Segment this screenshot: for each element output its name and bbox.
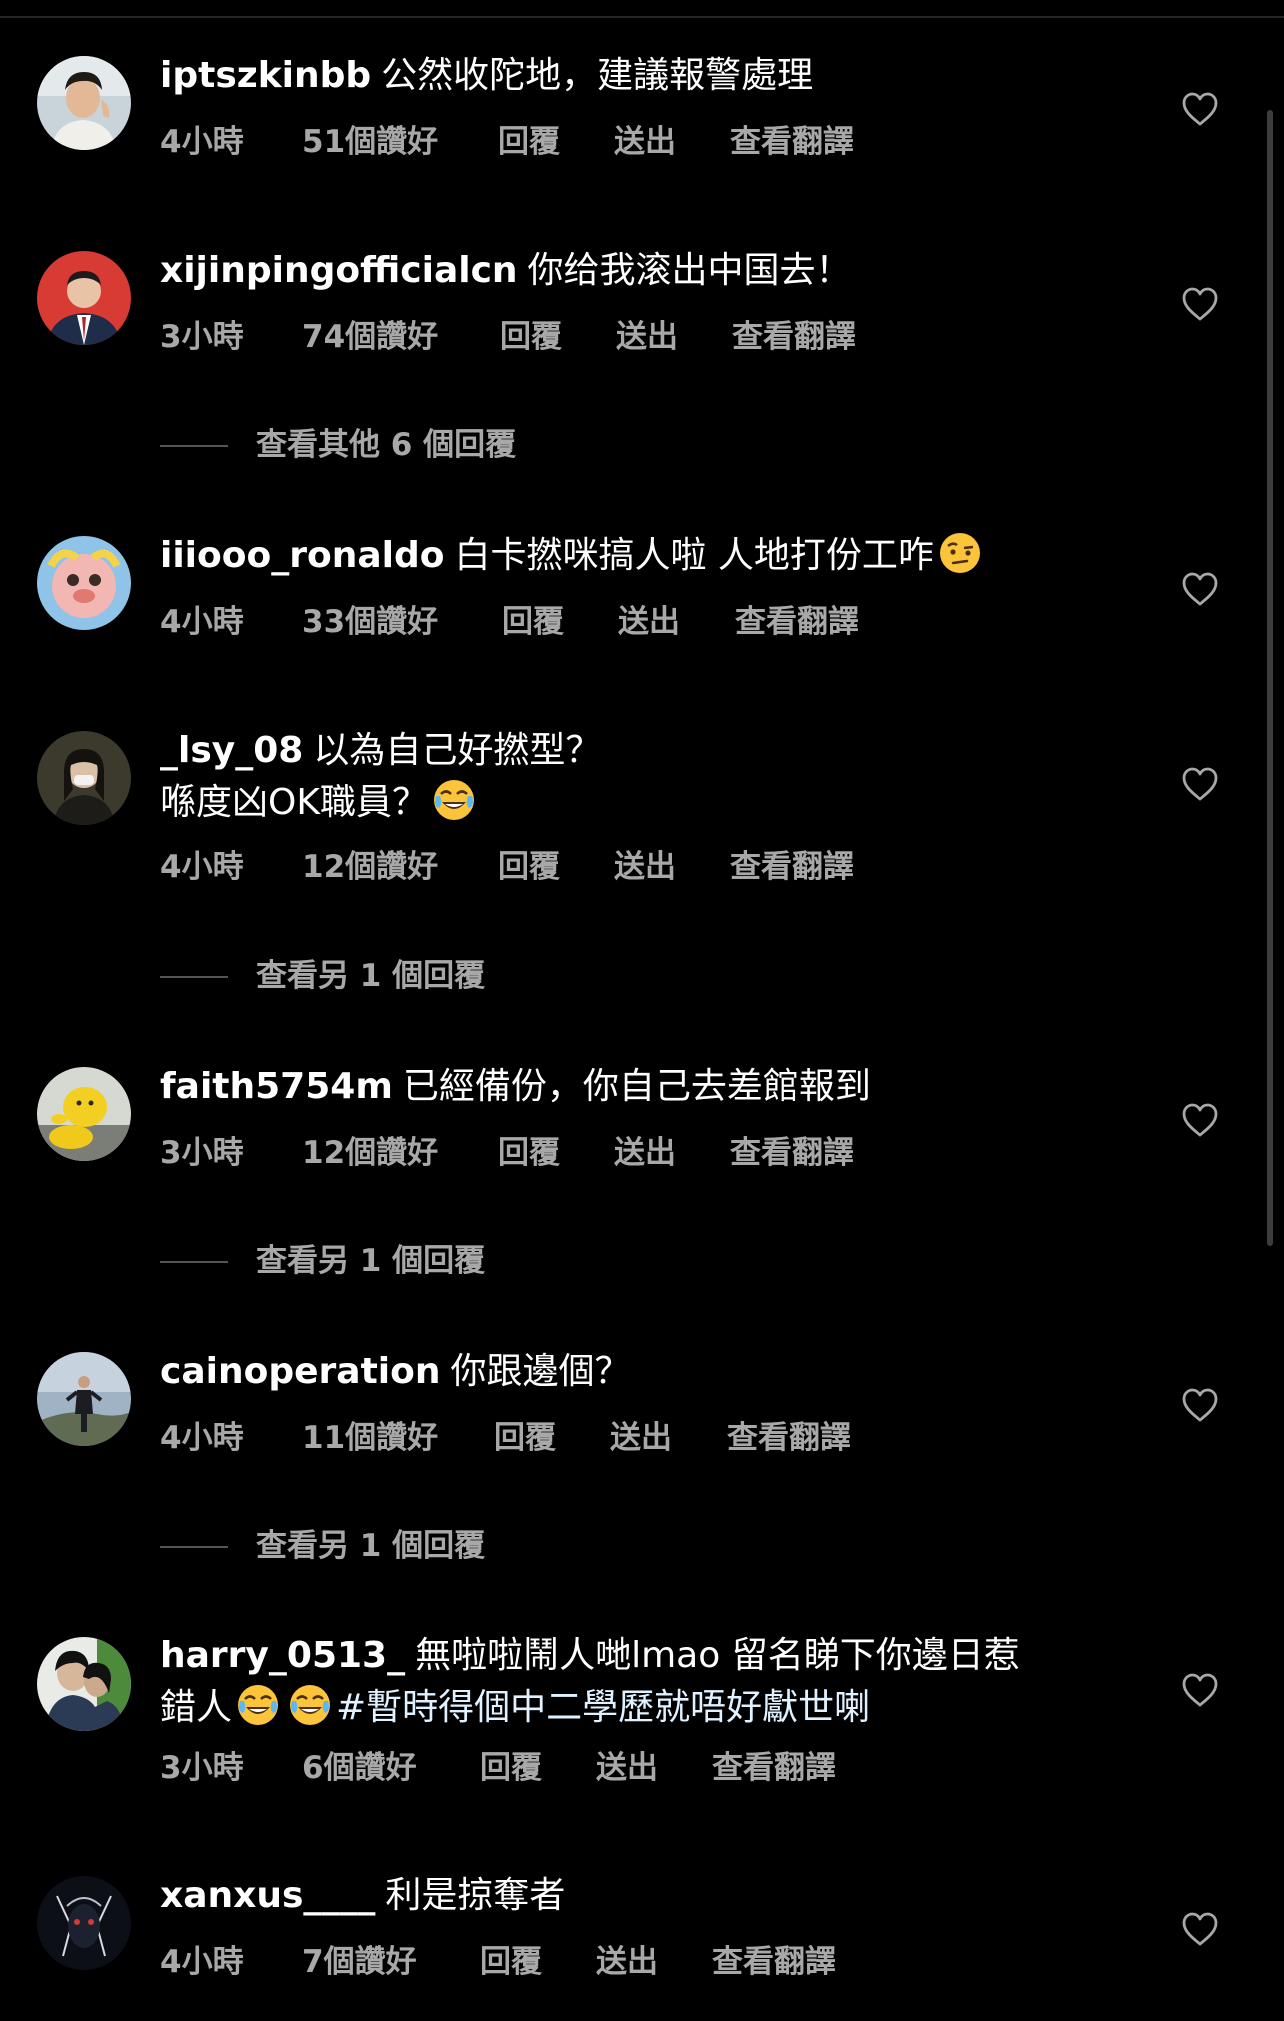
comment-text: harry_0513_ 無啦啦鬧人哋lmao 留名睇下你邊日惹 錯人 #暫時得個中二… (160, 1630, 1120, 1734)
comment-time: 4小時 (160, 124, 244, 160)
see-translation-button[interactable]: 查看翻譯 (712, 1748, 836, 1788)
see-translation-button[interactable]: 查看翻譯 (712, 1942, 836, 1982)
see-translation-button[interactable]: 查看翻譯 (730, 122, 854, 162)
comment-username[interactable]: xijinpingofficialcn (160, 250, 518, 291)
comment-username[interactable]: iiiooo_ronaldo (160, 535, 444, 576)
see-translation-button[interactable]: 查看翻譯 (732, 317, 856, 357)
comment-body: 已經備份，你自己去差館報到 (402, 1066, 871, 1107)
send-button[interactable]: 送出 (614, 1133, 676, 1173)
comment-time: 3小時 (160, 1135, 244, 1171)
tears-of-joy-emoji (432, 778, 476, 822)
comment-text: _lsy_08 以為自己好撚型？ 喺度凶OK職員？ (160, 725, 1120, 829)
avatar[interactable] (37, 251, 131, 345)
see-translation-button[interactable]: 查看翻譯 (730, 1133, 854, 1173)
send-button[interactable]: 送出 (616, 317, 678, 357)
heart-outline-icon[interactable] (1181, 91, 1219, 127)
comment-time: 4小時 (160, 1944, 244, 1980)
avatar[interactable] (37, 1876, 131, 1970)
reply-button[interactable]: 回覆 (498, 122, 560, 162)
view-replies-label[interactable]: 查看另 1 個回覆 (256, 956, 485, 996)
heart-outline-icon[interactable] (1181, 766, 1219, 802)
see-translation-button[interactable]: 查看翻譯 (735, 602, 859, 642)
avatar[interactable] (37, 1067, 131, 1161)
comment-body: 你跟邊個？ (450, 1351, 631, 1392)
heart-outline-icon[interactable] (1181, 286, 1219, 322)
replies-divider (160, 445, 228, 447)
comment-time: 4小時 (160, 849, 244, 885)
comment-username[interactable]: xanxus____ (160, 1875, 375, 1916)
reply-button[interactable]: 回覆 (480, 1942, 542, 1982)
comment-likes[interactable]: 6個讚好 (302, 1748, 417, 1788)
send-button[interactable]: 送出 (610, 1418, 672, 1458)
replies-divider (160, 1261, 228, 1263)
avatar[interactable] (37, 56, 131, 150)
see-translation-button[interactable]: 查看翻譯 (730, 847, 854, 887)
tears-of-joy-emoji (236, 1683, 280, 1727)
comment-likes[interactable]: 33個讚好 (302, 602, 438, 642)
send-button[interactable]: 送出 (614, 122, 676, 162)
comment-time: 4小時 (160, 1420, 244, 1456)
comment-likes[interactable]: 51個讚好 (302, 122, 438, 162)
comment-body: 你给我滚出中国去！ (527, 250, 852, 291)
comment-body: 白卡撚咪搞人啦 人地打份工咋 (454, 535, 934, 576)
comment-time: 3小時 (160, 319, 244, 355)
comment-time: 3小時 (160, 1750, 244, 1786)
comment-body: 公然收陀地，建議報警處理 (381, 55, 814, 96)
comment-username[interactable]: iptszkinbb (160, 55, 371, 96)
view-replies-label[interactable]: 查看另 1 個回覆 (256, 1526, 485, 1566)
reply-button[interactable]: 回覆 (500, 317, 562, 357)
avatar[interactable] (37, 1352, 131, 1446)
view-replies-label[interactable]: 查看其他 6 個回覆 (256, 425, 516, 465)
send-button[interactable]: 送出 (614, 847, 676, 887)
reply-button[interactable]: 回覆 (498, 1133, 560, 1173)
comment-likes[interactable]: 12個讚好 (302, 847, 438, 887)
scrollbar[interactable] (1267, 110, 1273, 1246)
replies-divider (160, 976, 228, 978)
see-translation-button[interactable]: 查看翻譯 (727, 1418, 851, 1458)
comment-body: 無啦啦鬧人哋lmao 留名睇下你邊日惹 (415, 1635, 1020, 1676)
heart-outline-icon[interactable] (1181, 1102, 1219, 1138)
heart-outline-icon[interactable] (1181, 1672, 1219, 1708)
hashtag-link[interactable]: #暫時得個中二學歷就唔好獻世喇 (336, 1687, 870, 1728)
comment-body-line2: 喺度凶OK職員？ (160, 782, 428, 823)
comment-username[interactable]: harry_0513_ (160, 1635, 405, 1676)
avatar[interactable] (37, 1637, 131, 1731)
comment-username[interactable]: faith5754m (160, 1066, 393, 1107)
reply-button[interactable]: 回覆 (498, 847, 560, 887)
comment-text: xijinpingofficialcn 你给我滚出中国去！ (160, 245, 1120, 297)
comment-text: iiiooo_ronaldo 白卡撚咪搞人啦 人地打份工咋 (160, 530, 1120, 582)
reply-button[interactable]: 回覆 (480, 1748, 542, 1788)
avatar[interactable] (37, 536, 131, 630)
comment-username[interactable]: _lsy_08 (160, 730, 303, 771)
send-button[interactable]: 送出 (596, 1748, 658, 1788)
top-divider (0, 16, 1284, 18)
heart-outline-icon[interactable] (1181, 571, 1219, 607)
comment-body: 利是掠奪者 (385, 1875, 566, 1916)
comment-text: iptszkinbb 公然收陀地，建議報警處理 (160, 50, 1120, 102)
avatar[interactable] (37, 731, 131, 825)
comment-likes[interactable]: 74個讚好 (302, 317, 438, 357)
comment-body-line2: 錯人 (160, 1687, 233, 1728)
send-button[interactable]: 送出 (618, 602, 680, 642)
comment-body: 以為自己好撚型？ (313, 730, 602, 771)
comment-text: cainoperation 你跟邊個？ (160, 1346, 1120, 1398)
comment-time: 4小時 (160, 604, 244, 640)
view-replies-label[interactable]: 查看另 1 個回覆 (256, 1241, 485, 1281)
comment-likes[interactable]: 11個讚好 (302, 1418, 438, 1458)
tears-of-joy-emoji (288, 1683, 332, 1727)
raised-eyebrow-emoji (938, 531, 982, 575)
heart-outline-icon[interactable] (1181, 1387, 1219, 1423)
comment-likes[interactable]: 12個讚好 (302, 1133, 438, 1173)
comment-username[interactable]: cainoperation (160, 1351, 440, 1392)
reply-button[interactable]: 回覆 (494, 1418, 556, 1458)
send-button[interactable]: 送出 (596, 1942, 658, 1982)
comment-text: xanxus____ 利是掠奪者 (160, 1870, 1120, 1922)
comment-likes[interactable]: 7個讚好 (302, 1942, 417, 1982)
reply-button[interactable]: 回覆 (502, 602, 564, 642)
replies-divider (160, 1546, 228, 1548)
comment-text: faith5754m 已經備份，你自己去差館報到 (160, 1061, 1120, 1113)
heart-outline-icon[interactable] (1181, 1911, 1219, 1947)
